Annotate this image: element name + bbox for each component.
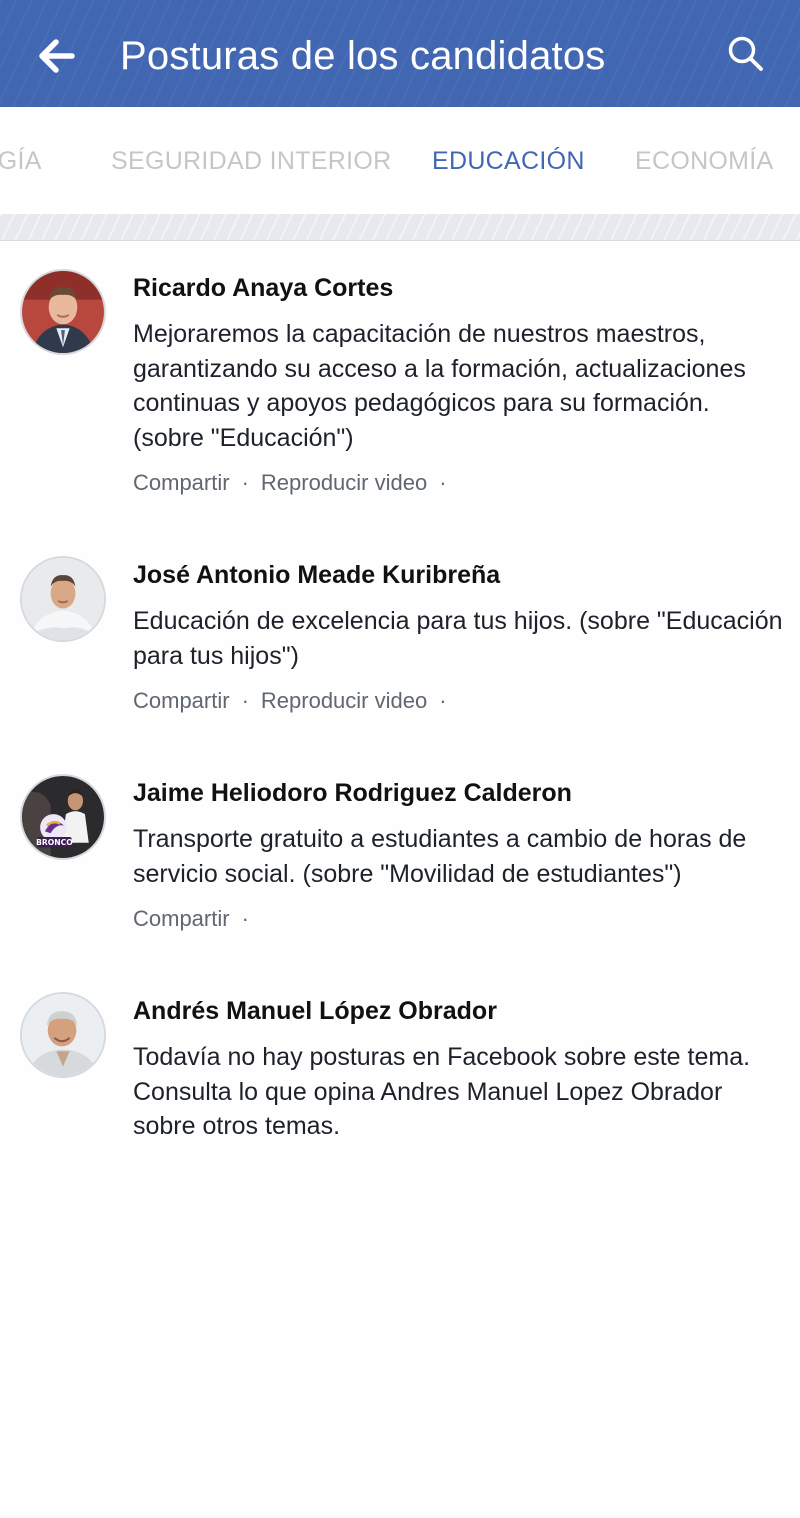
tab-tecnologia[interactable]: OGÍA [0,145,42,177]
tab-seguridad-interior[interactable]: SEGURIDAD INTERIOR [111,145,391,177]
play-video-link[interactable]: Reproducir video [261,688,427,713]
profile-photo [22,271,104,353]
post-text: Educación de excelencia para tus hijos. … [133,607,783,670]
tab-economia[interactable]: ECONOMÍA [635,145,774,177]
separator-dot: · [241,688,249,713]
post-text: Transporte gratuito a estudiantes a camb… [133,825,747,888]
play-video-link[interactable]: Reproducir video [261,470,427,495]
page-title: Posturas de los candidatos [120,34,606,78]
profile-photo [22,994,104,1076]
candidate-name[interactable]: José Antonio Meade Kuribreña [133,559,500,591]
topic-tabs: OGÍA SEGURIDAD INTERIOR EDUCACIÓN ECONOM… [0,107,800,214]
section-divider [0,214,800,241]
profile-photo: BRONCO [22,776,104,858]
candidate-name[interactable]: Ricardo Anaya Cortes [133,272,393,304]
candidate-name[interactable]: Andrés Manuel López Obrador [133,995,497,1027]
share-link[interactable]: Compartir [133,906,230,931]
separator-dot: · [439,688,447,713]
avatar-jaime-rodriguez[interactable]: BRONCO [20,774,106,860]
post-actions: Compartir · [133,905,261,933]
tab-educacion[interactable]: EDUCACIÓN [432,145,585,177]
avatar-jose-antonio-meade[interactable] [20,556,106,642]
avatar-andres-manuel-lopez[interactable] [20,992,106,1078]
share-link[interactable]: Compartir [133,688,230,713]
post-text: Mejoraremos la capacitación de nuestros … [133,320,746,452]
back-button[interactable] [30,30,82,82]
candidate-name[interactable]: Jaime Heliodoro Rodriguez Calderon [133,777,572,809]
arrow-left-icon [39,39,75,73]
share-link[interactable]: Compartir [133,470,230,495]
separator-dot: · [439,470,447,495]
search-icon [728,36,763,71]
post-text: Todavía no hay posturas en Facebook sobr… [133,1043,751,1140]
separator-dot: · [241,470,249,495]
post-actions: Compartir · Reproducir video · [133,687,459,715]
app-bar: Posturas de los candidatos [0,0,800,107]
bronco-logo-text: BRONCO [36,838,73,847]
profile-photo [22,558,104,640]
separator-dot: · [241,906,249,931]
search-button[interactable] [720,28,772,80]
post-actions: Compartir · Reproducir video · [133,469,459,497]
avatar-ricardo-anaya[interactable] [20,269,106,355]
